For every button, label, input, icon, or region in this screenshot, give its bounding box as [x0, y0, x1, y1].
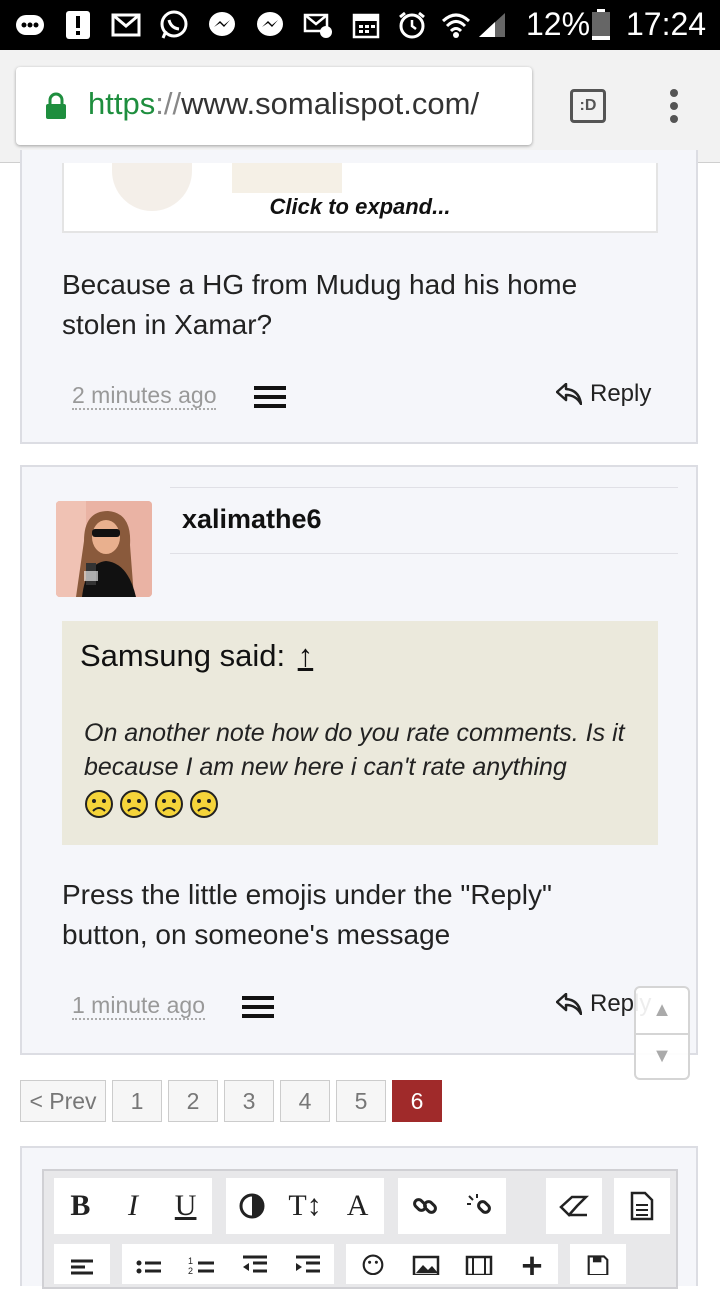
url-scheme: https	[88, 86, 156, 121]
alarm-icon	[396, 9, 428, 41]
notification-dots-icon	[14, 9, 46, 41]
bullet-list-icon[interactable]	[126, 1241, 172, 1287]
mail-icon	[110, 9, 142, 41]
font-color-button[interactable]: A	[335, 1183, 381, 1229]
quote-header: Samsung said: ↑	[80, 638, 313, 674]
editor-clear-group	[546, 1178, 602, 1234]
sad-face-icon	[85, 790, 113, 818]
svg-text:1: 1	[188, 1256, 193, 1266]
avatar-image	[56, 501, 152, 597]
pagination-prev[interactable]: < Prev	[20, 1080, 106, 1122]
pagination-page-5[interactable]: 5	[336, 1080, 386, 1122]
align-left-icon[interactable]	[59, 1241, 105, 1287]
alert-icon	[62, 9, 94, 41]
editor-link-group	[398, 1178, 506, 1234]
image-icon[interactable]	[403, 1241, 449, 1287]
reply-icon	[556, 383, 582, 405]
scroll-control: ▲ ▼	[634, 986, 690, 1080]
messenger-icon	[206, 9, 238, 41]
tab-switcher-button[interactable]: :D	[570, 89, 606, 123]
scroll-up-button[interactable]: ▲	[636, 988, 688, 1033]
insert-plus-icon[interactable]	[509, 1241, 555, 1287]
quote-emoji-row	[84, 789, 219, 819]
avatar[interactable]	[56, 501, 152, 597]
whatsapp-icon	[158, 9, 190, 41]
wifi-icon	[440, 9, 472, 41]
quoted-image-fragment-2	[232, 163, 342, 193]
scroll-down-button[interactable]: ▼	[636, 1035, 688, 1078]
battery-icon	[590, 9, 612, 41]
sad-face-icon	[190, 790, 218, 818]
quote-block: Samsung said: ↑ On another note how do y…	[62, 621, 658, 845]
sad-face-icon	[120, 790, 148, 818]
signal-icon	[476, 9, 508, 41]
contrast-icon[interactable]	[229, 1183, 275, 1229]
click-to-expand-link[interactable]: Click to expand...	[62, 194, 658, 220]
editor-format-group: B I U	[54, 1178, 212, 1234]
email-account-icon	[302, 9, 334, 41]
editor-insert-group	[346, 1244, 558, 1284]
outdent-icon[interactable]	[232, 1241, 278, 1287]
battery-percent: 12%	[526, 6, 591, 42]
pagination-page-2[interactable]: 2	[168, 1080, 218, 1122]
messenger-icon-2	[254, 9, 286, 41]
italic-button[interactable]: I	[110, 1183, 156, 1229]
pagination-page-4[interactable]: 4	[280, 1080, 330, 1122]
link-icon[interactable]	[402, 1183, 448, 1229]
overflow-menu-icon[interactable]	[668, 88, 680, 124]
post-2-menu-icon[interactable]	[242, 996, 274, 1018]
indent-icon[interactable]	[285, 1241, 331, 1287]
pagination-page-current[interactable]: 6	[392, 1080, 442, 1122]
editor-template-group	[614, 1178, 670, 1234]
eraser-icon[interactable]	[551, 1183, 597, 1229]
pagination-page-3[interactable]: 3	[224, 1080, 274, 1122]
unlink-icon[interactable]	[456, 1183, 502, 1229]
post-1-body: Because a HG from Mudug had his home sto…	[62, 269, 578, 340]
save-draft-icon[interactable]	[575, 1241, 621, 1287]
font-size-button[interactable]: T↕	[282, 1183, 328, 1229]
post-1-reply-button[interactable]: Reply	[556, 380, 651, 408]
url-host: www.somalispot.com/	[181, 86, 480, 121]
post-1-menu-icon[interactable]	[254, 386, 286, 408]
media-icon[interactable]	[456, 1241, 502, 1287]
username-divider-top	[170, 487, 678, 488]
post-2-timestamp[interactable]: 1 minute ago	[72, 992, 205, 1020]
bold-button[interactable]: B	[57, 1183, 103, 1229]
post-2-body: Press the little emojis under the "Reply…	[62, 879, 552, 950]
quote-author: Samsung said:	[80, 638, 286, 673]
editor-list-group: 12	[122, 1244, 334, 1284]
status-bar: 12% 17:24	[0, 0, 720, 50]
numbered-list-icon[interactable]: 12	[179, 1241, 225, 1287]
svg-text:2: 2	[188, 1266, 193, 1275]
smiley-icon[interactable]	[350, 1241, 396, 1287]
editor-style-group: T↕ A	[226, 1178, 384, 1234]
url-separator: ://	[155, 86, 182, 121]
clock: 17:24	[626, 6, 707, 42]
calendar-icon	[350, 9, 382, 41]
tab-switcher-label: :D	[579, 97, 597, 114]
reply-icon	[556, 993, 582, 1015]
lock-icon	[44, 92, 68, 125]
quote-text: On another note how do you rate comments…	[84, 719, 625, 781]
post-1-reply-label: Reply	[590, 380, 652, 407]
editor-align-group	[54, 1244, 110, 1284]
sad-face-icon	[155, 790, 183, 818]
quote-jump-link[interactable]: ↑	[298, 638, 314, 673]
post-1-timestamp[interactable]: 2 minutes ago	[72, 382, 217, 410]
document-icon[interactable]	[619, 1183, 665, 1229]
post-2-username[interactable]: xalimathe6	[182, 504, 322, 535]
username-divider-bottom	[170, 553, 678, 554]
editor-save-group	[570, 1244, 626, 1284]
pagination-page-1[interactable]: 1	[112, 1080, 162, 1122]
url-text[interactable]: https://www.somalispot.com/	[88, 86, 479, 122]
underline-button[interactable]: U	[163, 1183, 209, 1229]
